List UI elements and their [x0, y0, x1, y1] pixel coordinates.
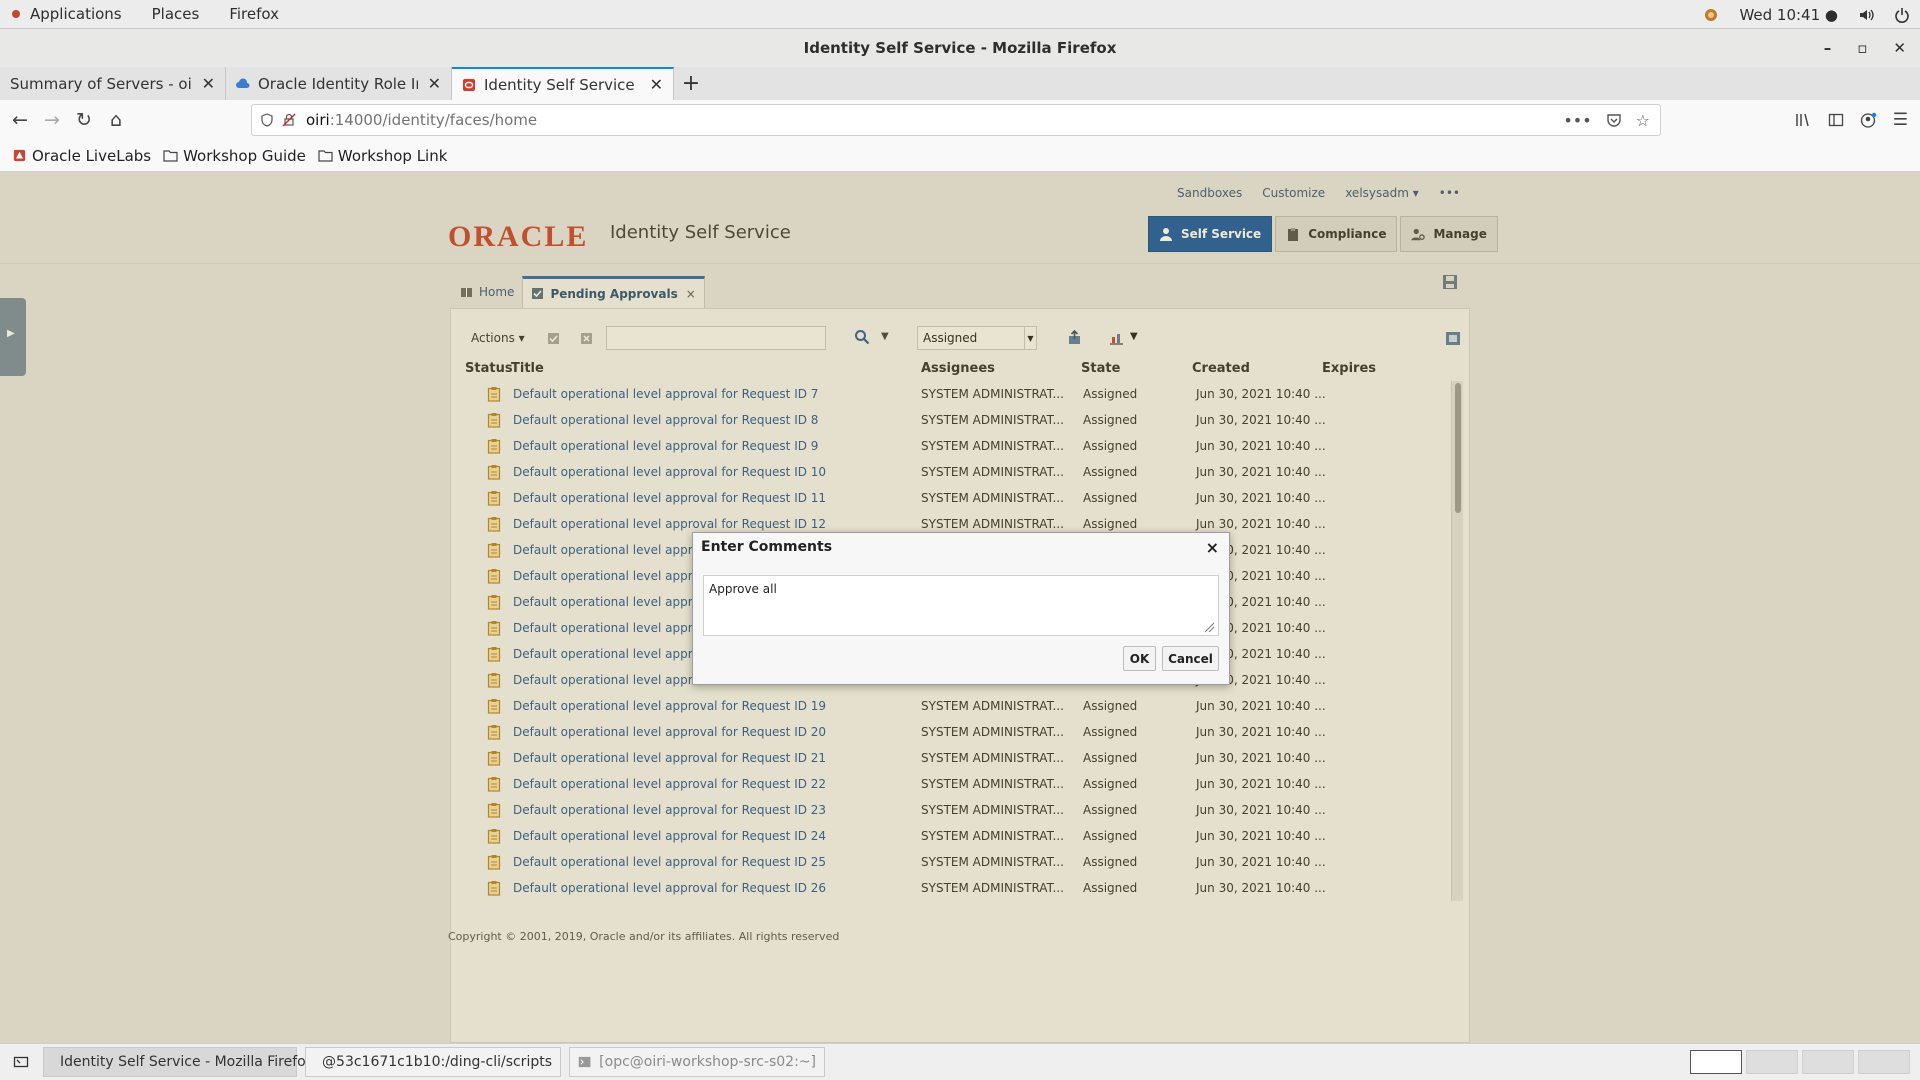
- insecure-lock-icon[interactable]: [282, 113, 296, 127]
- firefox-menu[interactable]: Firefox: [214, 5, 294, 23]
- task-terminal-opc[interactable]: [opc@oiri-workshop-src-s02:~]: [569, 1047, 825, 1077]
- tab-close-icon[interactable]: ✕: [202, 74, 215, 93]
- applications-menu[interactable]: Applications: [28, 5, 137, 23]
- maximize-button[interactable]: ▫: [1857, 39, 1867, 57]
- folder-icon: [318, 150, 333, 162]
- browser-navbar: ← → ↻ ⌂ oiri:14000/identity/faces/home •…: [0, 100, 1920, 140]
- bookmarks-toolbar: Oracle LiveLabs Workshop Guide Workshop …: [0, 140, 1920, 172]
- folder-icon: [163, 150, 178, 162]
- library-icon[interactable]: [1795, 112, 1812, 128]
- ok-button[interactable]: OK: [1123, 646, 1156, 671]
- comments-textarea[interactable]: [703, 575, 1219, 636]
- volume-icon[interactable]: [1858, 7, 1874, 23]
- bookmark-workshop-guide[interactable]: Workshop Guide: [163, 147, 306, 165]
- shield-icon[interactable]: [260, 113, 274, 127]
- gnome-top-bar: Applications Places Firefox Wed 10:41 ●: [0, 0, 1920, 29]
- network-icon: [1705, 8, 1718, 21]
- browser-tab-role-intelligence[interactable]: Oracle Identity Role Intell ✕: [226, 67, 452, 100]
- system-tray: Wed 10:41 ●: [1703, 0, 1910, 29]
- clock[interactable]: Wed 10:41 ●: [1739, 6, 1838, 24]
- browser-tab-summary-servers[interactable]: Summary of Servers - oig_d ✕: [0, 67, 226, 100]
- browser-tab-identity-self-service[interactable]: Identity Self Service ✕: [452, 67, 674, 100]
- workspace-3[interactable]: [1802, 1050, 1854, 1074]
- pocket-icon[interactable]: [1606, 112, 1622, 128]
- dialog-title: Enter Comments: [701, 539, 833, 555]
- bookmark-star-icon[interactable]: ☆: [1636, 111, 1650, 130]
- home-icon[interactable]: ⌂: [100, 104, 132, 136]
- hamburger-menu-icon[interactable]: ☰: [1893, 110, 1908, 130]
- reload-icon[interactable]: ↻: [68, 104, 100, 136]
- task-firefox[interactable]: Identity Self Service - Mozilla Firefox: [43, 1047, 314, 1077]
- show-desktop-icon[interactable]: [7, 1048, 35, 1076]
- url-text[interactable]: oiri:14000/identity/faces/home: [306, 111, 537, 129]
- tab-close-icon[interactable]: ✕: [428, 74, 441, 93]
- resize-grip-icon[interactable]: [1203, 621, 1215, 633]
- workspace-switcher: [1690, 1050, 1910, 1074]
- task-terminal-ding-cli[interactable]: @53c1671c1b10:/ding-cli/scripts: [305, 1047, 561, 1077]
- terminal-icon: [578, 1056, 591, 1068]
- back-icon[interactable]: ←: [4, 104, 36, 136]
- sidebar-icon[interactable]: [1828, 112, 1844, 128]
- livelabs-icon: [13, 149, 26, 162]
- page-actions-icon[interactable]: •••: [1563, 111, 1591, 130]
- oracle-favicon-icon: [463, 78, 475, 91]
- enter-comments-dialog: Enter Comments × OK Cancel: [692, 532, 1230, 685]
- close-window-button[interactable]: ✕: [1893, 39, 1906, 57]
- new-tab-button[interactable]: +: [674, 67, 708, 100]
- workspace-4[interactable]: [1858, 1050, 1910, 1074]
- taskbar: Identity Self Service - Mozilla Firefox …: [0, 1043, 1920, 1080]
- dialog-close-icon[interactable]: ×: [1206, 538, 1219, 557]
- url-bar[interactable]: oiri:14000/identity/faces/home ••• ☆: [251, 104, 1661, 136]
- applications-icon: [12, 10, 20, 18]
- minimize-button[interactable]: –: [1824, 39, 1832, 57]
- forward-icon[interactable]: →: [36, 104, 68, 136]
- workspace-2[interactable]: [1746, 1050, 1798, 1074]
- bookmark-oracle-livelabs[interactable]: Oracle LiveLabs: [12, 147, 151, 165]
- cancel-button[interactable]: Cancel: [1162, 646, 1219, 671]
- window-titlebar: Identity Self Service - Mozilla Firefox …: [0, 29, 1920, 67]
- places-menu[interactable]: Places: [137, 5, 215, 23]
- window-title: Identity Self Service - Mozilla Firefox: [803, 39, 1117, 57]
- workspace-1[interactable]: [1690, 1050, 1742, 1074]
- cloud-icon: [236, 77, 250, 88]
- account-icon[interactable]: [1860, 112, 1877, 129]
- tab-close-icon[interactable]: ✕: [650, 75, 663, 94]
- browser-tab-strip: Summary of Servers - oig_d ✕ Oracle Iden…: [0, 67, 1920, 100]
- power-icon[interactable]: [1894, 7, 1910, 23]
- bookmark-workshop-link[interactable]: Workshop Link: [318, 147, 447, 165]
